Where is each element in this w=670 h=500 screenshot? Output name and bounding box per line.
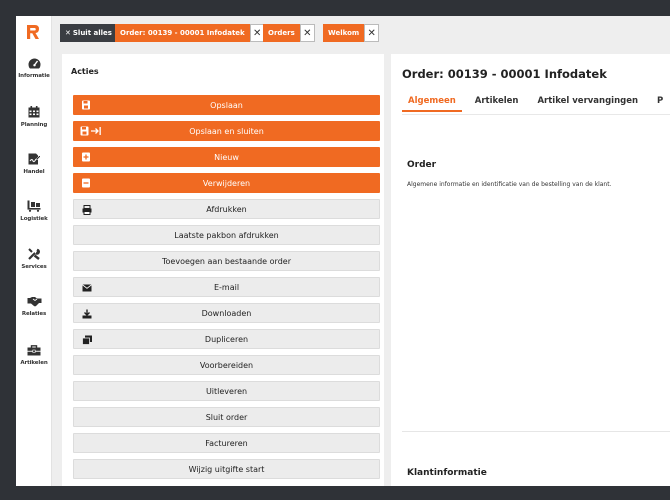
printer-icon [82, 205, 92, 215]
gauge-icon [28, 58, 40, 69]
sidebar-item-label: Handel [23, 169, 45, 175]
order-detail-panel: Order: 00139 - 00001 Infodatek Algemeen … [391, 54, 670, 486]
toolbox-icon [27, 345, 41, 356]
tab-artikelen[interactable]: Artikelen [469, 96, 525, 112]
duplicate-button[interactable]: Dupliceren [73, 329, 380, 349]
button-label: Downloaden [201, 308, 252, 318]
save-and-close-button[interactable]: Opslaan en sluiten [73, 121, 380, 141]
sidebar-item-label: Relaties [21, 311, 47, 317]
close-tab-button[interactable]: ✕ [364, 24, 380, 42]
copy-icon [82, 335, 92, 345]
close-all-tabs-button[interactable]: ✕ Sluit alles [60, 24, 117, 42]
invoice-button[interactable]: Factureren [73, 433, 380, 453]
button-label: Opslaan [210, 100, 243, 110]
sidebar-item-label: Informatie [18, 73, 50, 79]
order-section-title: Order [407, 160, 437, 170]
button-label: Verwijderen [202, 178, 251, 188]
button-label: Uitleveren [205, 386, 248, 396]
download-icon [82, 309, 92, 319]
tools-icon [28, 248, 40, 260]
sidebar-item-label: Services [21, 264, 47, 270]
app-window: Informatie Planning Handel Logistiek Ser… [16, 16, 670, 486]
close-icon: ✕ [65, 29, 71, 37]
minus-square-icon [82, 178, 90, 188]
close-all-label: Sluit alles [72, 29, 112, 37]
button-label: Toevoegen aan bestaande order [162, 256, 291, 266]
klant-section-title: Klantinformatie [407, 468, 487, 478]
sidebar: Informatie Planning Handel Logistiek Ser… [16, 16, 52, 486]
floppy-exit-icon [80, 126, 101, 136]
button-label: Voorbereiden [199, 360, 254, 370]
sidebar-item-label: Logistiek [20, 216, 48, 222]
page-title: Order: 00139 - 00001 Infodatek [402, 67, 607, 81]
sidebar-item-informatie[interactable]: Informatie [16, 58, 52, 79]
deliver-button[interactable]: Uitleveren [73, 381, 380, 401]
tab-more[interactable]: P [651, 96, 669, 112]
detail-tabs: Algemeen Artikelen Artikel vervangingen … [402, 96, 670, 112]
signature-icon [28, 153, 41, 165]
tab-algemeen[interactable]: Algemeen [402, 96, 462, 112]
button-label: E-mail [213, 282, 240, 292]
tab-label: Order: 00139 - 00001 Infodatek [115, 24, 250, 42]
button-label: Opslaan en sluiten [189, 126, 264, 136]
button-label: Sluit order [205, 412, 248, 422]
button-label: Afdrukken [206, 204, 247, 214]
section-divider [402, 431, 670, 432]
envelope-icon [82, 284, 92, 292]
pallet-truck-icon [27, 200, 41, 212]
new-button[interactable]: Nieuw [73, 147, 380, 167]
order-section-description: Algemene informatie en identificatie van… [407, 181, 612, 188]
print-button[interactable]: Afdrukken [73, 199, 380, 219]
tab-order[interactable]: Order: 00139 - 00001 Infodatek ✕ [115, 24, 265, 42]
sidebar-item-label: Planning [20, 122, 48, 128]
tab-artikel-vervangingen[interactable]: Artikel vervangingen [531, 96, 644, 112]
add-to-existing-order-button[interactable]: Toevoegen aan bestaande order [73, 251, 380, 271]
tab-orders[interactable]: Orders ✕ [263, 24, 315, 42]
sidebar-item-services[interactable]: Services [16, 248, 52, 270]
sidebar-item-relaties[interactable]: Relaties [16, 296, 52, 317]
sidebar-item-label: Artikelen [20, 360, 48, 366]
tab-welkom[interactable]: Welkom ✕ [323, 24, 380, 42]
tab-label: Orders [263, 24, 300, 42]
sidebar-item-logistiek[interactable]: Logistiek [16, 200, 52, 222]
button-label: Laatste pakbon afdrukken [174, 230, 279, 240]
close-tab-button[interactable]: ✕ [299, 24, 315, 42]
plus-square-icon [82, 152, 90, 162]
button-label: Wijzig uitgifte start [188, 464, 265, 474]
email-button[interactable]: E-mail [73, 277, 380, 297]
logo-icon [27, 25, 39, 39]
sidebar-item-handel[interactable]: Handel [16, 153, 52, 175]
sidebar-item-artikelen[interactable]: Artikelen [16, 345, 52, 366]
tabs-divider [402, 114, 670, 115]
button-label: Nieuw [214, 152, 239, 162]
tab-label: Welkom [323, 24, 365, 42]
sidebar-item-planning[interactable]: Planning [16, 106, 52, 128]
print-last-packing-slip-button[interactable]: Laatste pakbon afdrukken [73, 225, 380, 245]
acties-panel: Acties Opslaan Opslaan en sluiten Nieuw … [62, 54, 384, 486]
button-label: Factureren [205, 438, 248, 448]
download-button[interactable]: Downloaden [73, 303, 380, 323]
delete-button[interactable]: Verwijderen [73, 173, 380, 193]
handshake-icon [27, 297, 41, 307]
calendar-icon [28, 106, 40, 118]
change-issue-start-button[interactable]: Wijzig uitgifte start [73, 459, 380, 479]
close-order-button[interactable]: Sluit order [73, 407, 380, 427]
save-button[interactable]: Opslaan [73, 95, 380, 115]
acties-title: Acties [71, 67, 99, 76]
prepare-button[interactable]: Voorbereiden [73, 355, 380, 375]
floppy-icon [82, 100, 90, 110]
button-label: Dupliceren [204, 334, 249, 344]
